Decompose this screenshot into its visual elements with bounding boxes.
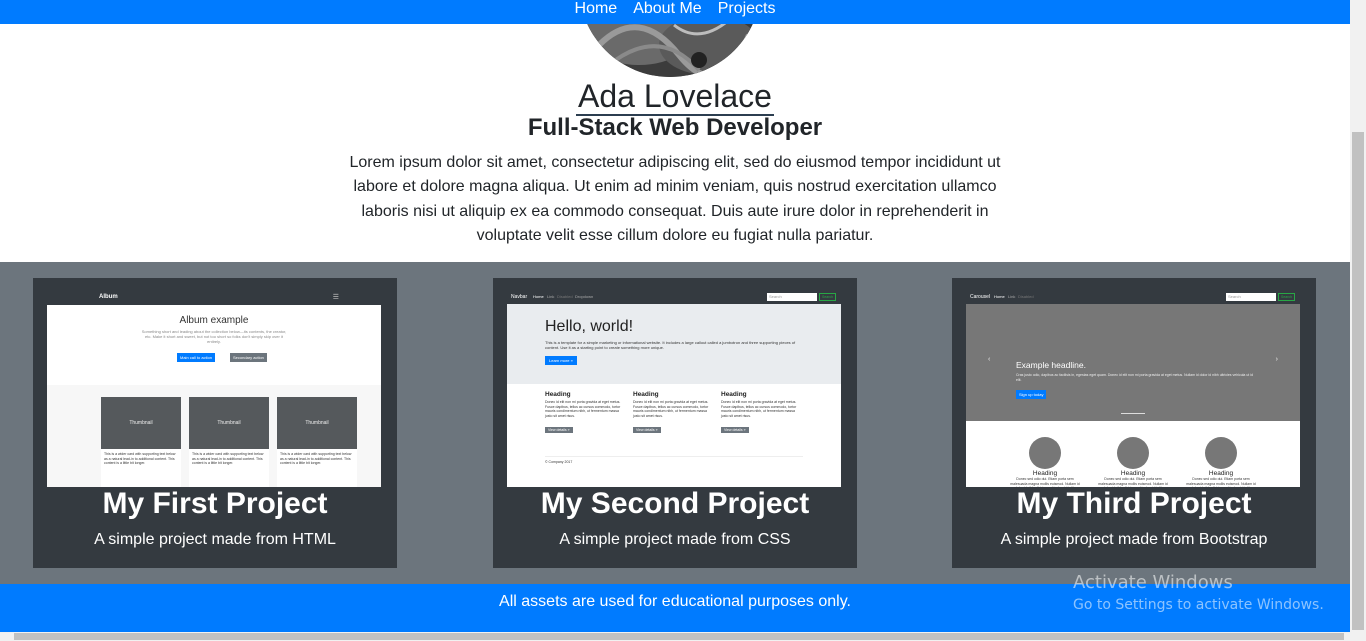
vertical-scrollbar[interactable] — [1350, 0, 1366, 632]
profile-role: Full-Stack Web Developer — [527, 114, 823, 141]
hamburger-icon: ☰ — [332, 294, 339, 301]
project-card-1[interactable]: Album ☰ Album example Something short an… — [33, 278, 397, 568]
project-2-screenshot: Navbar Home Link Disabled Dropdown Searc… — [507, 291, 841, 487]
project-3-description: A simple project made from Bootstrap — [1000, 531, 1268, 548]
horizontal-scrollbar[interactable] — [0, 632, 1366, 641]
nav-link-about-me[interactable]: About Me — [625, 0, 709, 18]
carousel-indicators — [1121, 413, 1145, 414]
project-1-title: My First Project — [102, 487, 328, 520]
watermark-subtitle: Go to Settings to activate Windows. — [1073, 597, 1324, 613]
project-card-2[interactable]: Navbar Home Link Disabled Dropdown Searc… — [493, 278, 857, 568]
placeholder-circle — [1117, 437, 1149, 469]
activate-windows-watermark: Activate Windows Go to Settings to activ… — [1073, 572, 1324, 616]
projects-section: Album ☰ Album example Something short an… — [0, 262, 1350, 584]
nav-link-home[interactable]: Home — [567, 0, 626, 18]
preview-lead: Something short and leading about the co… — [141, 329, 287, 344]
profile-bio: Lorem ipsum dolor sit amet, consectetur … — [349, 154, 1001, 244]
top-navbar: Home About Me Projects — [0, 0, 1350, 24]
carousel-next-icon: › — [1275, 356, 1278, 363]
preview-primary-button: Main call to action — [177, 353, 216, 362]
project-1-screenshot: Album ☰ Album example Something short an… — [47, 291, 381, 487]
horizontal-scrollbar-thumb[interactable] — [14, 633, 1344, 640]
watermark-title: Activate Windows — [1073, 572, 1233, 593]
preview-brand: Album — [99, 294, 118, 300]
preview-heading: Album example — [179, 315, 249, 326]
project-1-description: A simple project made from HTML — [94, 531, 336, 548]
project-card-3[interactable]: Carousel Home Link Disabled Search Searc… — [952, 278, 1316, 568]
preview-secondary-button: Secondary action — [230, 353, 267, 362]
project-3-screenshot: Carousel Home Link Disabled Search Searc… — [966, 291, 1300, 487]
nav-link-projects[interactable]: Projects — [710, 0, 784, 18]
profile-name: Ada Lovelace — [576, 78, 774, 116]
project-2-description: A simple project made from CSS — [559, 531, 791, 548]
placeholder-circle — [1205, 437, 1237, 469]
carousel-prev-icon: ‹ — [988, 356, 991, 363]
project-3-title: My Third Project — [1016, 487, 1252, 520]
vertical-scrollbar-thumb[interactable] — [1352, 132, 1364, 630]
placeholder-circle — [1029, 437, 1061, 469]
project-2-title: My Second Project — [540, 487, 810, 520]
